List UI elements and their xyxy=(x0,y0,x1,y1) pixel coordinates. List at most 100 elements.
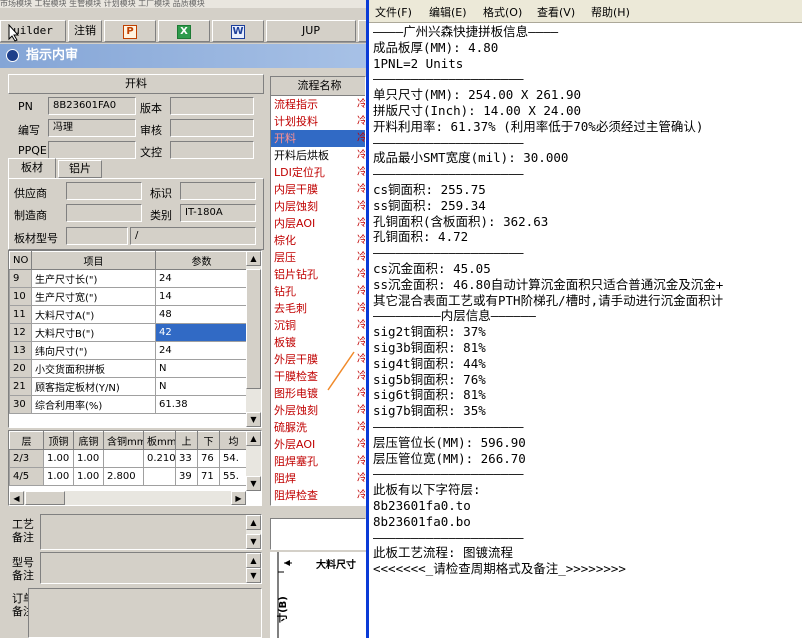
process-item[interactable]: 阻焊塞孔 冷 xyxy=(271,453,365,470)
param-cell-item[interactable]: 大料尺寸B(") xyxy=(31,323,156,342)
param-cell-value[interactable]: 24 xyxy=(155,269,248,288)
process-item[interactable]: 去毛刺 冷 xyxy=(271,300,365,317)
powerpoint-button[interactable]: P xyxy=(104,20,156,42)
process-item[interactable]: 棕化 冷 xyxy=(271,232,365,249)
process-item[interactable]: 外层蚀刻 冷 xyxy=(271,402,365,419)
layer-header-cell[interactable]: 板mm xyxy=(143,431,176,450)
word-button[interactable]: W xyxy=(212,20,264,42)
layer-cell[interactable]: 1.00 xyxy=(73,467,104,486)
process-item[interactable]: 外层AOI 冷 xyxy=(271,436,365,453)
param-table-row[interactable]: 11 大料尺寸A(") 48 xyxy=(9,305,248,324)
layer-cell[interactable]: 71 xyxy=(197,467,220,486)
notepad-text-area[interactable]: ————广州兴森快捷拼板信息———— 成品板厚(MM): 4.80 1PNL=2 U… xyxy=(373,24,802,634)
process-item[interactable]: LDI定位孔 冷 xyxy=(271,164,365,181)
scroll-thumb[interactable] xyxy=(246,269,261,389)
param-cell-value[interactable]: 48 xyxy=(155,305,248,324)
param-header-no[interactable]: NO xyxy=(9,251,32,270)
layer-table-row[interactable]: 2/3 1.00 1.00 0.210 33 76 54. xyxy=(9,449,248,468)
layer-cell[interactable]: 4/5 xyxy=(9,467,44,486)
layer-header-cell[interactable]: 含铜mm xyxy=(103,431,144,450)
param-table-row[interactable]: 13 纬向尺寸(") 24 xyxy=(9,341,248,360)
layer-header-cell[interactable]: 层 xyxy=(9,431,44,450)
menu-edit[interactable]: 编辑(E) xyxy=(429,4,467,20)
param-cell-value[interactable]: 42 xyxy=(155,323,248,342)
param-table-scrollbar[interactable]: ▲ ▼ xyxy=(246,251,261,427)
excel-button[interactable]: X xyxy=(158,20,210,42)
layer-cell[interactable]: 76 xyxy=(197,449,220,468)
pn-field[interactable]: 8B23601FA0 xyxy=(48,97,136,115)
layer-header-cell[interactable]: 底铜 xyxy=(73,431,104,450)
layer-table-vscrollbar[interactable]: ▲ ▼ xyxy=(246,431,261,491)
jup-button[interactable]: JUP xyxy=(266,20,356,42)
hscroll-thumb[interactable] xyxy=(25,491,65,505)
param-cell-value[interactable]: N xyxy=(155,377,248,396)
process-item[interactable]: 铝片钻孔 冷 xyxy=(271,266,365,283)
param-cell-no[interactable]: 12 xyxy=(9,323,32,342)
param-table-row[interactable]: 20 小交货面积拼板 N xyxy=(9,359,248,378)
model-notes-scrollbar[interactable]: ▲ ▼ xyxy=(246,553,261,583)
param-cell-value[interactable]: 24 xyxy=(155,341,248,360)
scroll-down-icon[interactable]: ▼ xyxy=(246,476,261,491)
process-item[interactable]: 开料 冷 xyxy=(271,130,365,147)
param-cell-item[interactable]: 顾客指定板材(Y/N) xyxy=(31,377,156,396)
param-cell-item[interactable]: 生产尺寸长(") xyxy=(31,269,156,288)
param-cell-item[interactable]: 纬向尺寸(") xyxy=(31,341,156,360)
param-cell-no[interactable]: 30 xyxy=(9,395,32,414)
layer-header-cell[interactable]: 上 xyxy=(175,431,198,450)
scroll-up-icon[interactable]: ▲ xyxy=(246,515,261,530)
layer-table-hscrollbar[interactable]: ◀ ▶ xyxy=(9,491,246,505)
board-model-field[interactable] xyxy=(66,227,128,245)
layer-cell[interactable]: 1.00 xyxy=(43,449,74,468)
param-cell-no[interactable]: 21 xyxy=(9,377,32,396)
param-cell-no[interactable]: 10 xyxy=(9,287,32,306)
scroll-down-icon[interactable]: ▼ xyxy=(246,534,261,549)
scroll-down-icon[interactable]: ▼ xyxy=(246,412,261,427)
layer-cell[interactable]: 39 xyxy=(175,467,198,486)
reviewer-field[interactable] xyxy=(170,119,254,137)
document-field[interactable] xyxy=(170,141,254,159)
module-menu-strip[interactable]: 市场模块 工程模块 生管模块 计划模块 工厂模块 品质模块 xyxy=(0,0,370,8)
param-table-row[interactable]: 12 大料尺寸B(") 42 xyxy=(9,323,248,342)
process-item[interactable]: 内层蚀刻 冷 xyxy=(271,198,365,215)
process-item[interactable]: 内层AOI 冷 xyxy=(271,215,365,232)
process-item[interactable]: 开料后烘板 冷 xyxy=(271,147,365,164)
param-cell-value[interactable]: 14 xyxy=(155,287,248,306)
process-item[interactable]: 阻焊 冷 xyxy=(271,470,365,487)
layer-cell[interactable]: 54. xyxy=(219,449,248,468)
layer-cell[interactable]: 1.00 xyxy=(43,467,74,486)
order-notes-field[interactable] xyxy=(28,588,262,638)
param-cell-item[interactable]: 生产尺寸宽(") xyxy=(31,287,156,306)
menu-help[interactable]: 帮助(H) xyxy=(591,4,630,20)
layer-cell[interactable]: 2.800 xyxy=(103,467,144,486)
process-item[interactable]: 钻孔 冷 xyxy=(271,283,365,300)
param-cell-item[interactable]: 大料尺寸A(") xyxy=(31,305,156,324)
layer-header-cell[interactable]: 下 xyxy=(197,431,220,450)
scroll-up-icon[interactable]: ▲ xyxy=(246,431,261,446)
tab-aluminum[interactable]: 铝片 xyxy=(58,160,102,178)
layer-table-row[interactable]: 4/5 1.00 1.00 2.800 39 71 55. xyxy=(9,467,248,486)
param-cell-no[interactable]: 9 xyxy=(9,269,32,288)
menu-format[interactable]: 格式(O) xyxy=(483,4,522,20)
board-model-value-field[interactable]: / xyxy=(130,227,256,245)
logout-button[interactable]: 注销 xyxy=(68,20,102,42)
menu-file[interactable]: 文件(F) xyxy=(375,4,412,20)
process-item[interactable]: 阻焊检查 冷 xyxy=(271,487,365,504)
param-cell-no[interactable]: 13 xyxy=(9,341,32,360)
param-cell-item[interactable]: 小交货面积拼板 xyxy=(31,359,156,378)
layer-cell[interactable] xyxy=(143,467,176,486)
param-cell-value[interactable]: 61.38 xyxy=(155,395,248,414)
dialog-titlebar[interactable]: 指示内审 xyxy=(0,44,366,68)
layer-cell[interactable]: 55. xyxy=(219,467,248,486)
param-cell-value[interactable]: N xyxy=(155,359,248,378)
process-item[interactable]: 沉铜 冷 xyxy=(271,317,365,334)
param-table-row[interactable]: 21 顾客指定板材(Y/N) N xyxy=(9,377,248,396)
scroll-down-icon[interactable]: ▼ xyxy=(246,568,261,583)
param-table-row[interactable]: 9 生产尺寸长(") 24 xyxy=(9,269,248,288)
tab-board[interactable]: 板材 xyxy=(8,158,56,178)
param-table-row[interactable]: 10 生产尺寸宽(") 14 xyxy=(9,287,248,306)
model-notes-field[interactable]: ▲ ▼ xyxy=(40,552,262,584)
process-item[interactable]: 内层干膜 冷 xyxy=(271,181,365,198)
diagram-input[interactable] xyxy=(270,518,366,550)
category-field[interactable]: IT-180A xyxy=(180,204,256,222)
layer-cell[interactable]: 33 xyxy=(175,449,198,468)
